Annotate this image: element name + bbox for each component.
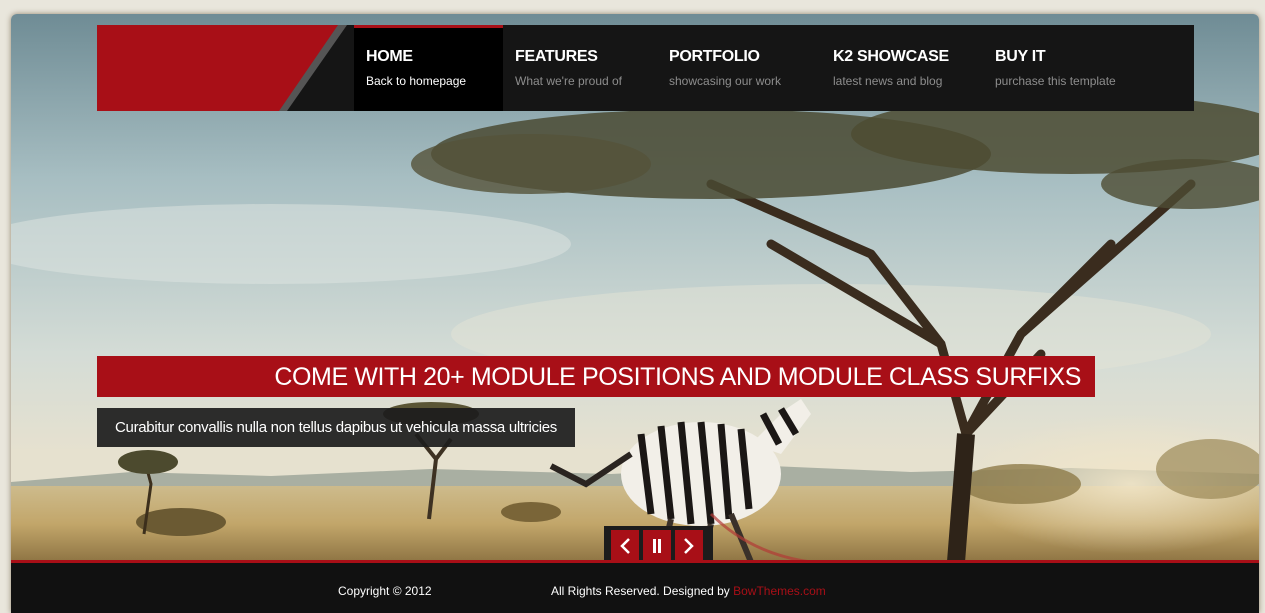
pause-icon [653,539,661,553]
nav-item-portfolio[interactable]: PORTFOLIO showcasing our work [657,25,821,111]
slide-description: Curabitur convallis nulla non tellus dap… [97,408,575,447]
nav-item-home[interactable]: HOME Back to homepage [354,25,503,111]
nav-item-subtitle: purchase this template [995,74,1116,88]
designer-link[interactable]: BowThemes.com [733,584,826,598]
pause-slide-button[interactable] [643,530,671,562]
chevron-right-icon [684,538,694,554]
nav-item-title: BUY IT [995,48,1046,65]
nav-item-features[interactable]: FEATURES What we're proud of [503,25,657,111]
main-navigation: HOME Back to homepage FEATURES What we'r… [354,25,1194,111]
slide-title: COME WITH 20+ MODULE POSITIONS AND MODUL… [97,356,1095,397]
rights-label: All Rights Reserved. Designed by [551,584,734,598]
logo-shape-icon [97,25,359,111]
nav-item-subtitle: What we're proud of [515,74,623,88]
footer: Copyright © 2012 All Rights Reserved. De… [11,563,1259,613]
copyright-text: Copyright © 2012 [338,584,432,598]
nav-item-title: K2 SHOWCASE [833,48,949,65]
nav-item-title: HOME [366,48,413,65]
nav-item-k2-showcase[interactable]: K2 SHOWCASE latest news and blog [821,25,983,111]
nav-item-title: FEATURES [515,48,598,65]
nav-item-subtitle: Back to homepage [366,74,467,88]
next-slide-button[interactable] [675,530,703,562]
nav-item-subtitle: showcasing our work [669,74,782,88]
site-logo[interactable] [97,25,359,111]
nav-item-title: PORTFOLIO [669,48,760,65]
prev-slide-button[interactable] [611,530,639,562]
nav-item-subtitle: latest news and blog [833,74,943,88]
nav-item-buy-it[interactable]: BUY IT purchase this template [983,25,1163,111]
rights-text: All Rights Reserved. Designed by BowThem… [551,584,826,598]
page-frame: HOME Back to homepage FEATURES What we'r… [11,14,1259,613]
chevron-left-icon [620,538,630,554]
